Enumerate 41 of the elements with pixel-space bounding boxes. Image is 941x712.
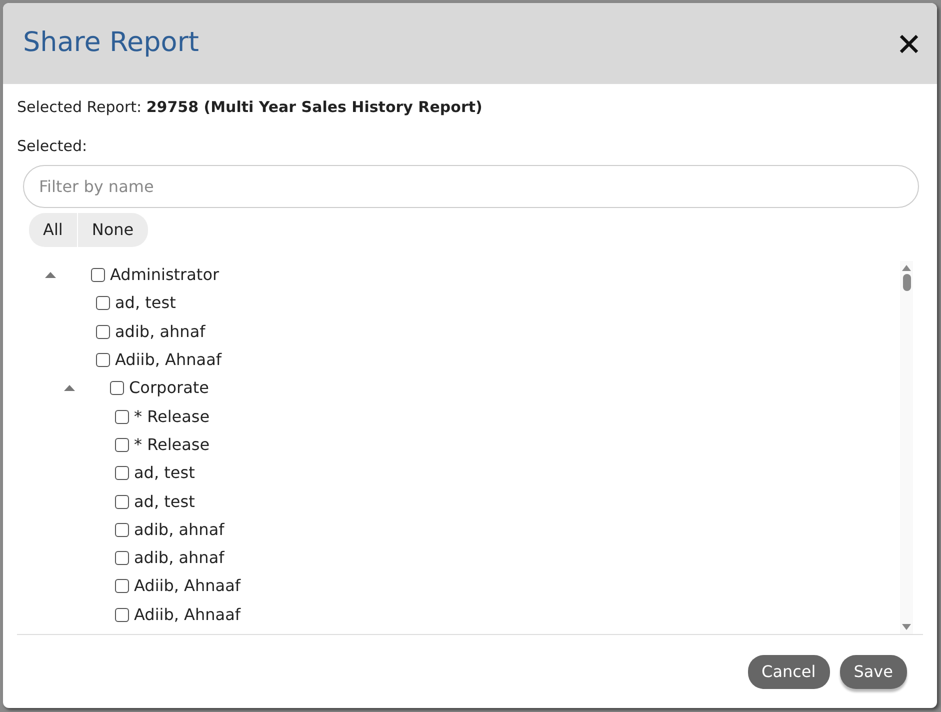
checkbox[interactable] bbox=[110, 381, 124, 396]
save-button[interactable]: Save bbox=[840, 655, 907, 689]
user-label: ad, test bbox=[134, 490, 195, 513]
filter-field[interactable]: Filter by name bbox=[23, 165, 919, 208]
selected-label: Selected: bbox=[17, 136, 88, 156]
checkbox[interactable] bbox=[115, 494, 129, 509]
group-label: Administrator bbox=[110, 264, 220, 286]
select-all-button[interactable]: All bbox=[29, 213, 78, 247]
cancel-button[interactable]: Cancel bbox=[748, 655, 830, 689]
checkbox[interactable] bbox=[115, 608, 129, 622]
user-label: * Release bbox=[134, 406, 210, 428]
checkbox[interactable] bbox=[91, 268, 105, 282]
dialog-title: Share Report bbox=[23, 27, 200, 60]
scrollbar[interactable] bbox=[900, 261, 913, 634]
checkbox[interactable] bbox=[115, 522, 129, 537]
close-icon bbox=[899, 34, 919, 54]
user-label: ad, test bbox=[115, 292, 176, 314]
user-label: adib, ahnaf bbox=[134, 518, 224, 541]
collapse-caret-icon[interactable] bbox=[64, 385, 75, 392]
checkbox[interactable] bbox=[115, 579, 129, 594]
checkbox[interactable] bbox=[96, 353, 110, 368]
user-label: Adiib, Ahnaaf bbox=[134, 575, 241, 598]
scrollbar-thumb[interactable] bbox=[902, 274, 910, 291]
checkbox[interactable] bbox=[96, 296, 110, 310]
group-label: Corporate bbox=[129, 377, 209, 400]
scroll-up-icon[interactable] bbox=[902, 265, 911, 271]
user-label: Adiib, Ahnaaf bbox=[134, 604, 241, 626]
collapse-caret-icon[interactable] bbox=[45, 272, 56, 278]
checkbox[interactable] bbox=[96, 324, 110, 339]
checkbox[interactable] bbox=[115, 466, 129, 480]
select-none-button[interactable]: None bbox=[78, 213, 148, 247]
checkbox[interactable] bbox=[115, 438, 129, 452]
scroll-down-icon[interactable] bbox=[902, 624, 911, 630]
user-label: ad, test bbox=[134, 462, 195, 484]
user-label: Adiib, Ahnaaf bbox=[115, 349, 222, 372]
checkbox[interactable] bbox=[115, 551, 129, 566]
checkbox[interactable] bbox=[115, 410, 129, 424]
user-label: * Release bbox=[134, 434, 210, 456]
user-label: adib, ahnaf bbox=[115, 320, 206, 343]
selected-report-text: Selected Report: 29758 (Multi Year Sales History Report) bbox=[17, 97, 484, 118]
user-label: adib, ahnaf bbox=[134, 547, 224, 570]
